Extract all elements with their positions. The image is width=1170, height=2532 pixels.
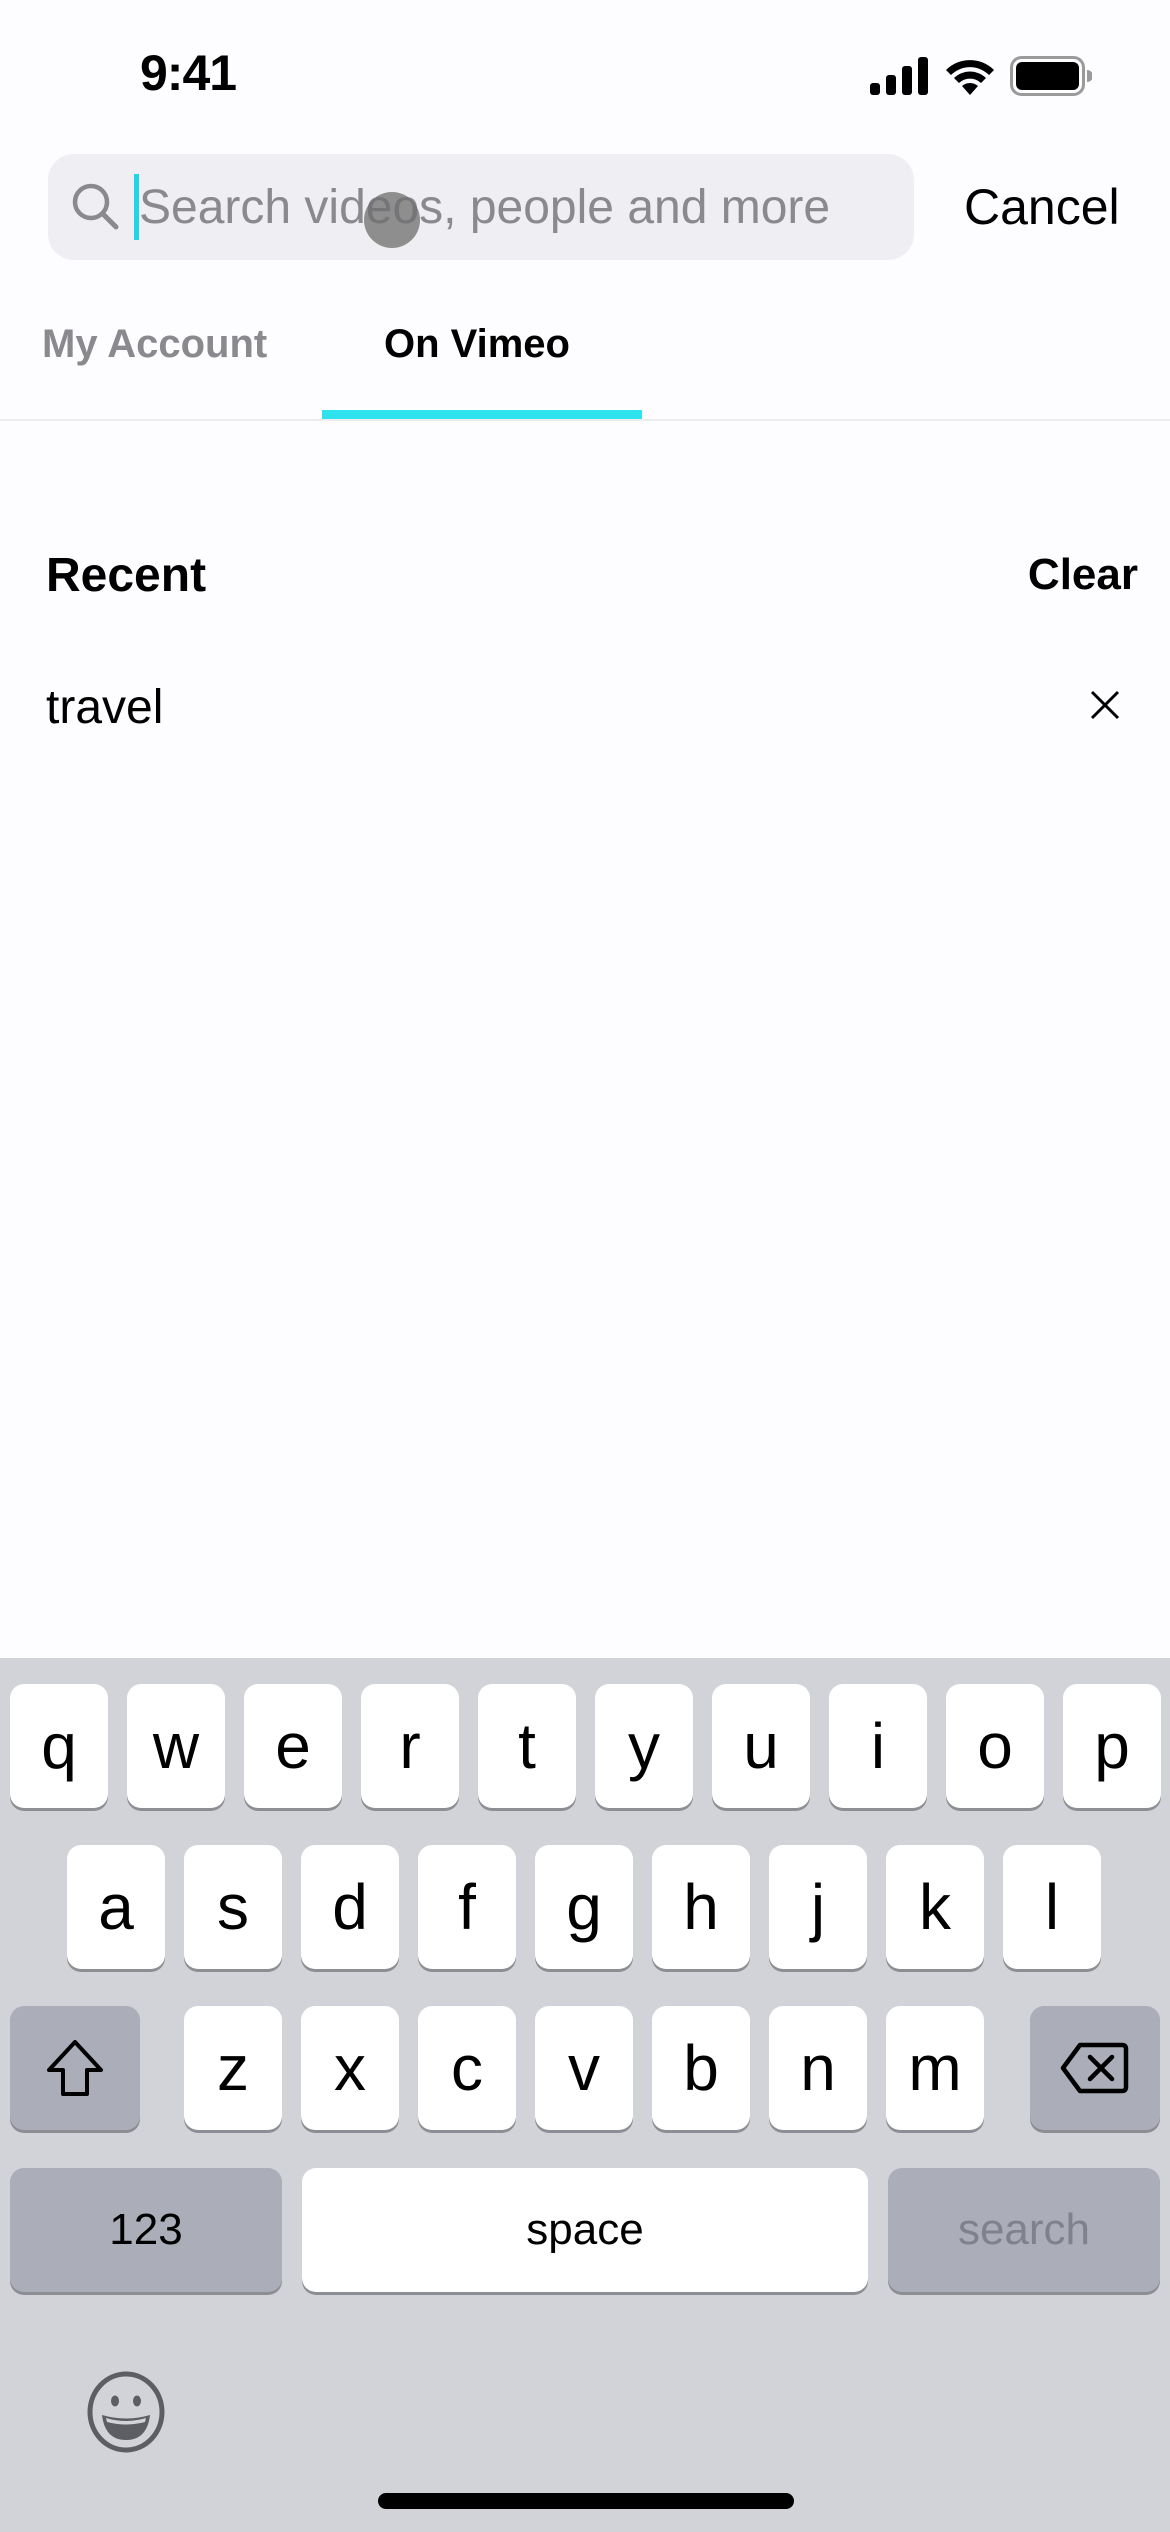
key-s[interactable]: s	[184, 1845, 282, 1969]
cellular-signal-icon	[870, 57, 928, 95]
numbers-key[interactable]: 123	[10, 2168, 282, 2292]
key-h[interactable]: h	[652, 1845, 750, 1969]
keyboard: 123 space search qwertyuiop asdfghjkl zxcv…	[0, 1658, 1170, 2532]
key-a[interactable]: a	[67, 1845, 165, 1969]
delete-key[interactable]	[1030, 2006, 1160, 2130]
clear-recent-button[interactable]: Clear	[1028, 550, 1138, 600]
tab-my-account[interactable]: My Account	[42, 322, 267, 367]
key-z[interactable]: z	[184, 2006, 282, 2130]
key-r[interactable]: r	[361, 1684, 459, 1808]
key-f[interactable]: f	[418, 1845, 516, 1969]
key-q[interactable]: q	[10, 1684, 108, 1808]
key-m[interactable]: m	[886, 2006, 984, 2130]
key-g[interactable]: g	[535, 1845, 633, 1969]
key-k[interactable]: k	[886, 1845, 984, 1969]
key-l[interactable]: l	[1003, 1845, 1101, 1969]
key-w[interactable]: w	[127, 1684, 225, 1808]
search-field[interactable]	[48, 154, 914, 260]
shift-key[interactable]	[10, 2006, 140, 2130]
home-indicator	[378, 2493, 794, 2509]
key-t[interactable]: t	[478, 1684, 576, 1808]
key-y[interactable]: y	[595, 1684, 693, 1808]
shift-icon	[47, 2040, 103, 2096]
key-d[interactable]: d	[301, 1845, 399, 1969]
backspace-icon	[1060, 2042, 1129, 2094]
recent-section-title: Recent	[46, 549, 207, 602]
key-i[interactable]: i	[829, 1684, 927, 1808]
tab-on-vimeo[interactable]: On Vimeo	[384, 322, 570, 367]
search-input[interactable]	[139, 179, 879, 235]
key-e[interactable]: e	[244, 1684, 342, 1808]
key-x[interactable]: x	[301, 2006, 399, 2130]
key-o[interactable]: o	[946, 1684, 1044, 1808]
key-b[interactable]: b	[652, 2006, 750, 2130]
battery-icon	[1010, 56, 1092, 96]
tab-divider	[0, 419, 1170, 421]
tab-selected-indicator	[322, 410, 642, 419]
key-c[interactable]: c	[418, 2006, 516, 2130]
space-key[interactable]: space	[302, 2168, 868, 2292]
status-time: 9:41	[140, 45, 237, 101]
wifi-icon	[946, 60, 994, 95]
key-p[interactable]: p	[1063, 1684, 1161, 1808]
close-icon[interactable]	[1088, 688, 1122, 722]
cancel-button[interactable]: Cancel	[964, 178, 1120, 236]
touch-indicator	[364, 192, 420, 248]
recent-search-item[interactable]: travel	[46, 680, 163, 735]
search-key[interactable]: search	[888, 2168, 1160, 2292]
emoji-icon[interactable]	[84, 2370, 168, 2454]
key-v[interactable]: v	[535, 2006, 633, 2130]
key-n[interactable]: n	[769, 2006, 867, 2130]
key-j[interactable]: j	[769, 1845, 867, 1969]
search-icon	[68, 179, 124, 235]
key-u[interactable]: u	[712, 1684, 810, 1808]
status-icons	[870, 56, 1092, 96]
